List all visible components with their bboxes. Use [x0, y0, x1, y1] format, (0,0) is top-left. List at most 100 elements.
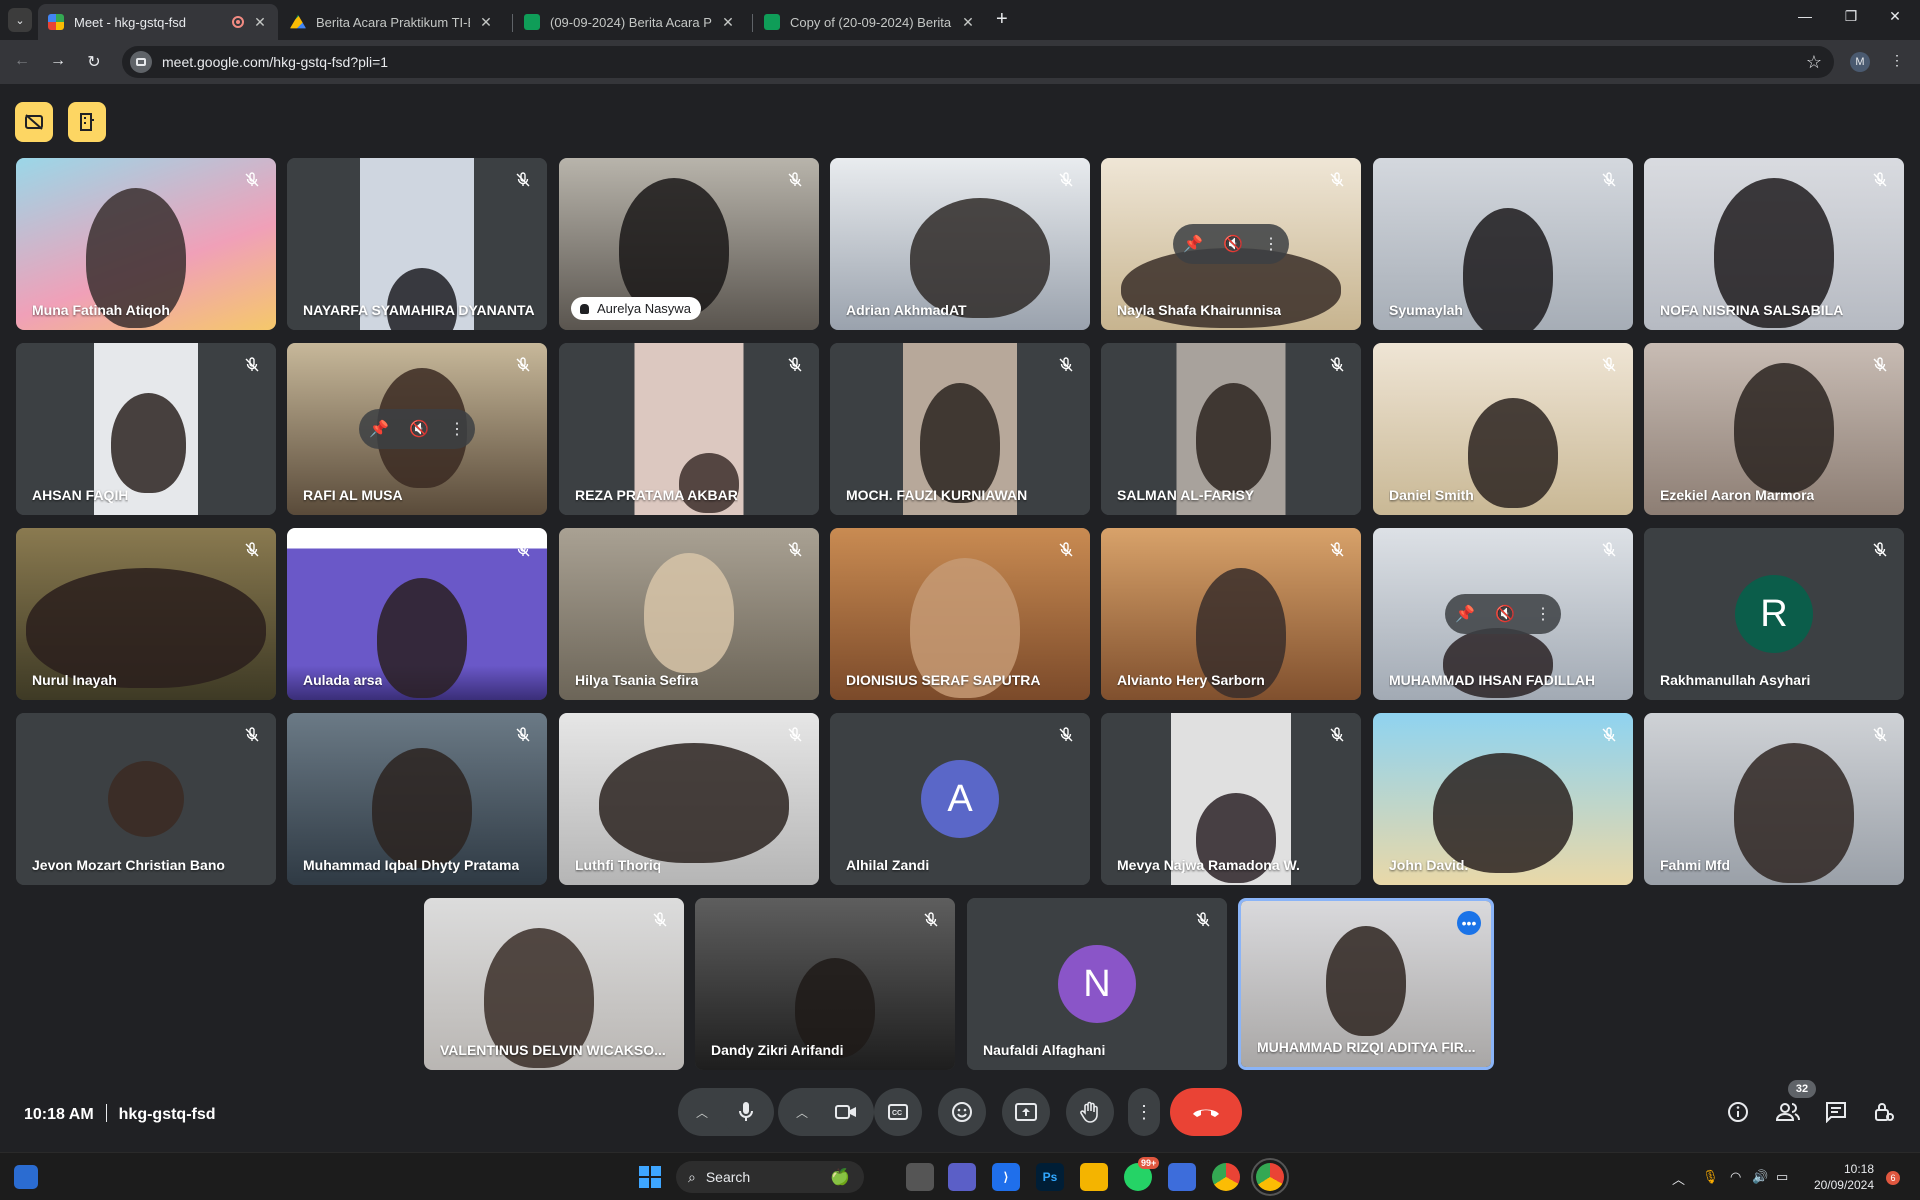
- participant-tile[interactable]: Aulada arsa: [287, 528, 547, 700]
- more-vert-icon[interactable]: ⋮: [1263, 234, 1279, 254]
- forward-icon[interactable]: →: [48, 52, 68, 70]
- site-info-icon[interactable]: [130, 51, 152, 73]
- host-controls-icon[interactable]: [1870, 1098, 1898, 1126]
- participant-tile[interactable]: John David.: [1373, 713, 1633, 885]
- more-vert-icon[interactable]: ⋮: [449, 419, 465, 439]
- companion-mode-button[interactable]: [68, 102, 106, 142]
- mic-tray-icon[interactable]: 🎙: [1702, 1169, 1719, 1185]
- tab-sheets-2[interactable]: Copy of (20-09-2024) Berita Ac ✕: [754, 4, 986, 40]
- reactions-button[interactable]: [938, 1088, 986, 1136]
- volume-icon[interactable]: 🔊: [1752, 1169, 1768, 1185]
- more-vert-icon[interactable]: ⋮: [1535, 604, 1551, 624]
- tab-meet[interactable]: Meet - hkg-gstq-fsd ✕: [38, 4, 278, 40]
- raise-hand-button[interactable]: [1066, 1088, 1114, 1136]
- participant-tile[interactable]: Dandy Zikri Arifandi: [695, 898, 955, 1070]
- more-options-icon[interactable]: •••: [1457, 911, 1481, 935]
- taskbar-search[interactable]: ⌕ Search 🍏: [676, 1161, 864, 1193]
- participant-tile[interactable]: Muna Fatinah Atiqoh: [16, 158, 276, 330]
- participant-tile[interactable]: Luthfi Thoriq: [559, 713, 819, 885]
- participant-tile[interactable]: Hilya Tsania Sefira: [559, 528, 819, 700]
- teams-icon[interactable]: [948, 1163, 976, 1191]
- tab-search-button[interactable]: ⌄: [8, 8, 32, 32]
- participant-tile[interactable]: Jevon Mozart Christian Bano: [16, 713, 276, 885]
- more-options-button[interactable]: ⋮: [1128, 1088, 1160, 1136]
- participant-tile[interactable]: NOFA NISRINA SALSABILA: [1644, 158, 1904, 330]
- mute-icon[interactable]: 🔇: [1223, 234, 1243, 254]
- close-tab-icon[interactable]: ✕: [720, 14, 736, 31]
- mute-icon[interactable]: 🔇: [1495, 604, 1515, 624]
- participant-tile[interactable]: 📌 🔇 ⋮ MUHAMMAD IHSAN FADILLAH: [1373, 528, 1633, 700]
- close-tab-icon[interactable]: ✕: [478, 14, 494, 31]
- tab-drive[interactable]: Berita Acara Praktikum TI-B - G ✕: [280, 4, 504, 40]
- participant-tile[interactable]: SALMAN AL-FARISY: [1101, 343, 1361, 515]
- participant-tile[interactable]: Fahmi Mfd: [1644, 713, 1904, 885]
- new-tab-button[interactable]: +: [996, 8, 1008, 31]
- leave-call-button[interactable]: [1170, 1088, 1242, 1136]
- participant-tile[interactable]: MOCH. FAUZI KURNIAWAN: [830, 343, 1090, 515]
- participant-tile[interactable]: NAYARFA SYAMAHIRA DYANANTA: [287, 158, 547, 330]
- browser-menu-icon[interactable]: ⋮: [1890, 52, 1904, 69]
- mic-off-icon: [1056, 540, 1076, 560]
- tab-sheets-1[interactable]: (09-09-2024) Berita Acara Perte ✕: [514, 4, 746, 40]
- present-button[interactable]: [1002, 1088, 1050, 1136]
- pin-icon[interactable]: 📌: [1183, 234, 1203, 254]
- participant-tile[interactable]: Muhammad Iqbal Dhyty Pratama: [287, 713, 547, 885]
- participant-tile[interactable]: Syumaylah: [1373, 158, 1633, 330]
- people-icon[interactable]: [1774, 1098, 1802, 1126]
- widgets-icon[interactable]: [14, 1165, 38, 1189]
- video-options-chevron-icon[interactable]: ︿: [782, 1104, 822, 1121]
- participant-tile[interactable]: Daniel Smith: [1373, 343, 1633, 515]
- chrome-icon[interactable]: [1212, 1163, 1240, 1191]
- close-tab-icon[interactable]: ✕: [960, 14, 976, 31]
- wifi-icon[interactable]: ◠: [1730, 1169, 1741, 1185]
- task-view-icon[interactable]: [906, 1163, 934, 1191]
- participant-tile[interactable]: DIONISIUS SERAF SAPUTRA: [830, 528, 1090, 700]
- photoshop-icon[interactable]: Ps: [1036, 1163, 1064, 1191]
- start-button[interactable]: [636, 1163, 664, 1191]
- participant-tile[interactable]: AHSAN FAQIH: [16, 343, 276, 515]
- participant-tile[interactable]: Nurul Inayah: [16, 528, 276, 700]
- participant-tile[interactable]: VALENTINUS DELVIN WICAKSO...: [424, 898, 684, 1070]
- bookmark-star-icon[interactable]: ☆: [1806, 52, 1822, 73]
- vscode-icon[interactable]: ⟩: [992, 1163, 1020, 1191]
- audio-options-chevron-icon[interactable]: ︿: [682, 1104, 722, 1121]
- taskbar-clock[interactable]: 10:18 20/09/2024: [1812, 1161, 1874, 1193]
- chrome-profile-icon[interactable]: [1251, 1158, 1289, 1196]
- participant-tile[interactable]: 📌 🔇 ⋮ RAFI AL MUSA: [287, 343, 547, 515]
- participant-tile[interactable]: REZA PRATAMA AKBAR: [559, 343, 819, 515]
- mute-icon[interactable]: 🔇: [409, 419, 429, 439]
- participant-tile[interactable]: N Naufaldi Alfaghani: [967, 898, 1227, 1070]
- address-bar[interactable]: meet.google.com/hkg-gstq-fsd?pli=1 ☆: [122, 46, 1834, 78]
- meeting-details-icon[interactable]: [1724, 1098, 1752, 1126]
- profile-avatar[interactable]: M: [1850, 52, 1870, 72]
- pin-icon[interactable]: 📌: [1455, 604, 1475, 624]
- participant-tile[interactable]: Ezekiel Aaron Marmora: [1644, 343, 1904, 515]
- camera-button[interactable]: [822, 1088, 870, 1136]
- participant-tile[interactable]: Aurelya Nasywa: [559, 158, 819, 330]
- back-icon[interactable]: ←: [12, 52, 32, 70]
- file-explorer-icon[interactable]: [1080, 1163, 1108, 1191]
- chat-icon[interactable]: [1822, 1098, 1850, 1126]
- self-view-tile[interactable]: ••• MUHAMMAD RIZQI ADITYA FIR...: [1238, 898, 1494, 1070]
- participant-tile[interactable]: Adrian AkhmadAT: [830, 158, 1090, 330]
- captions-off-button[interactable]: [15, 102, 53, 142]
- close-tab-icon[interactable]: ✕: [252, 14, 268, 31]
- participant-tile[interactable]: Alvianto Hery Sarborn: [1101, 528, 1361, 700]
- participant-tile[interactable]: Mevya Najwa Ramadona W.: [1101, 713, 1361, 885]
- notification-badge[interactable]: 6: [1886, 1171, 1900, 1185]
- reload-icon[interactable]: ↻: [84, 52, 104, 72]
- store-icon[interactable]: [1168, 1163, 1196, 1191]
- tray-chevron-icon[interactable]: ︿: [1672, 1169, 1685, 1188]
- whatsapp-icon[interactable]: 99+: [1124, 1157, 1160, 1191]
- participant-tile[interactable]: A Alhilal Zandi: [830, 713, 1090, 885]
- battery-icon[interactable]: ▭: [1776, 1169, 1788, 1185]
- captions-button[interactable]: CC: [874, 1088, 922, 1136]
- microphone-button[interactable]: [722, 1088, 770, 1136]
- restore-icon[interactable]: ❐: [1836, 8, 1866, 25]
- close-window-icon[interactable]: ✕: [1880, 8, 1910, 25]
- minimize-icon[interactable]: —: [1790, 8, 1820, 24]
- participant-tile[interactable]: 📌 🔇 ⋮ Nayla Shafa Khairunnisa: [1101, 158, 1361, 330]
- pin-icon[interactable]: 📌: [369, 419, 389, 439]
- url-text[interactable]: meet.google.com/hkg-gstq-fsd?pli=1: [162, 54, 388, 70]
- participant-tile[interactable]: R Rakhmanullah Asyhari: [1644, 528, 1904, 700]
